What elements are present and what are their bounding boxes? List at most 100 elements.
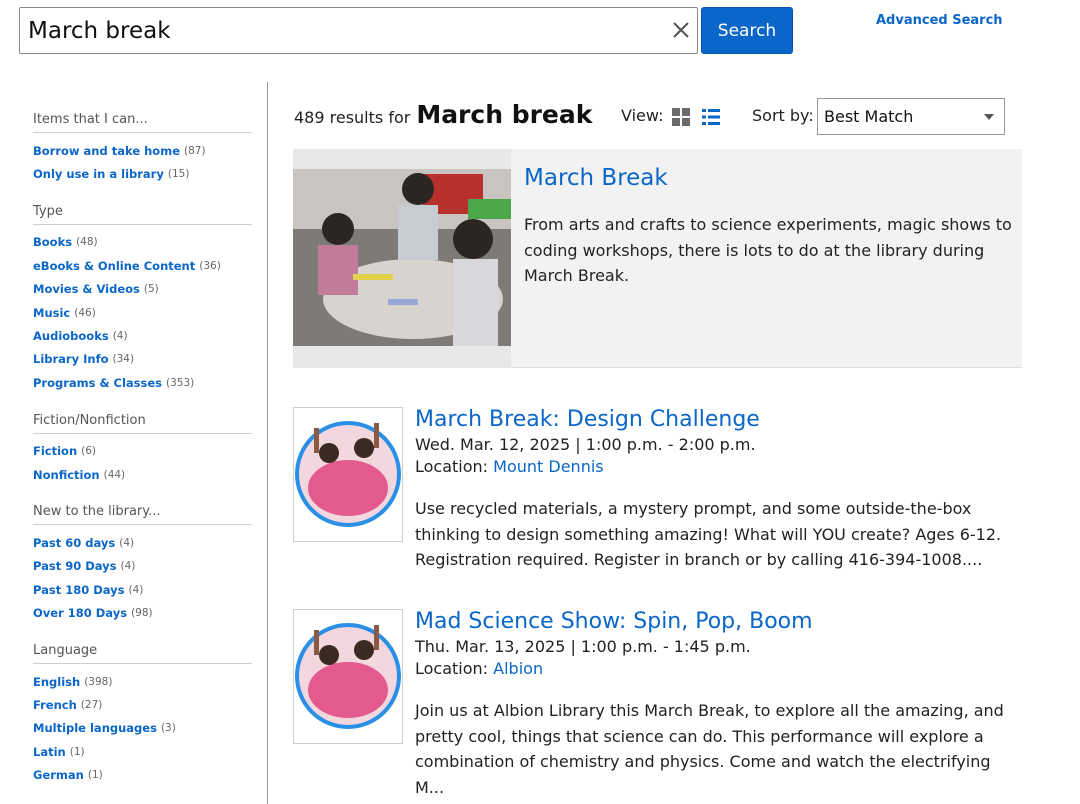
facet-link[interactable]: Past 90 Days <box>33 559 117 573</box>
facet-link[interactable]: Multiple languages <box>33 721 157 735</box>
event-description: Use recycled materials, a mystery prompt… <box>415 499 1002 570</box>
facet-link[interactable]: Library Info <box>33 352 108 366</box>
facet-title: Type <box>33 204 252 225</box>
facet-link[interactable]: German <box>33 768 84 782</box>
facet-link[interactable]: Past 60 days <box>33 536 115 550</box>
close-icon <box>673 22 689 38</box>
facet-count: (48) <box>76 236 98 249</box>
list-view-button[interactable] <box>702 108 720 126</box>
event-location-label: Location: <box>415 457 494 476</box>
facet-title: Language <box>33 643 252 664</box>
facet-link[interactable]: Audiobooks <box>33 329 109 343</box>
event-thumbnail-image <box>295 421 401 527</box>
facet-count: (3) <box>160 722 176 735</box>
facet-group: Language English (398) French (27) Multiple l… <box>33 643 252 787</box>
facet-count: (1) <box>87 769 103 782</box>
event-location-link[interactable]: Albion <box>493 659 543 678</box>
facet-count: (44) <box>103 468 126 481</box>
search-button[interactable]: Search <box>701 7 793 54</box>
facet-group: Fiction/Nonfiction Fiction (6) Nonfiction (4… <box>33 413 252 487</box>
clear-search-button[interactable] <box>669 18 693 42</box>
facet-sidebar: Items that I can... Borrow and take home (… <box>33 112 252 804</box>
facet-count: (98) <box>131 607 153 620</box>
facet-link[interactable]: English <box>33 675 80 689</box>
facet-item: Past 60 days (4) <box>33 531 252 554</box>
facet-count: (4) <box>120 560 136 573</box>
list-view-icon <box>702 109 720 125</box>
event-location-label: Location: <box>415 659 494 678</box>
event-thumbnail[interactable] <box>293 407 403 542</box>
facet-item: Multiple languages (3) <box>33 717 252 740</box>
facet-link[interactable]: eBooks & Online Content <box>33 259 195 273</box>
facet-count: (15) <box>167 168 190 181</box>
grid-view-icon <box>672 108 690 126</box>
facet-count: (6) <box>81 445 97 458</box>
facet-item: Nonfiction (44) <box>33 463 252 486</box>
facet-item: Audiobooks (4) <box>33 324 252 347</box>
facet-link[interactable]: French <box>33 698 77 712</box>
results-summary: 489 results for March break <box>294 100 592 129</box>
search-box <box>19 7 698 54</box>
results-count: 489 results for <box>294 108 411 127</box>
event-result: Mad Science Show: Spin, Pop, Boom Thu. M… <box>293 609 1033 797</box>
sort-dropdown[interactable]: Best Match <box>817 98 1005 135</box>
search-input[interactable] <box>28 8 658 53</box>
grid-view-button[interactable] <box>672 108 690 126</box>
facet-group: Items that I can... Borrow and take home (… <box>33 112 252 186</box>
sidebar-divider <box>267 82 268 804</box>
facet-link[interactable]: Movies & Videos <box>33 282 140 296</box>
facet-title: Items that I can... <box>33 112 252 133</box>
facet-count: (5) <box>143 283 159 296</box>
facet-item: French (27) <box>33 693 252 716</box>
view-label: View: <box>621 106 664 125</box>
facet-item: Past 180 Days (4) <box>33 578 252 601</box>
event-location: Location: Albion <box>415 659 543 678</box>
event-thumbnail[interactable] <box>293 609 403 744</box>
facet-link[interactable]: Books <box>33 235 72 249</box>
caret-down-icon <box>984 114 994 120</box>
facet-link[interactable]: Latin <box>33 745 66 759</box>
event-location-link[interactable]: Mount Dennis <box>493 457 603 476</box>
event-location: Location: Mount Dennis <box>415 457 604 476</box>
facet-item: German (1) <box>33 763 252 786</box>
facet-item: Programs & Classes (353) <box>33 371 252 394</box>
event-date: Wed. Mar. 12, 2025 | 1:00 p.m. - 2:00 p.… <box>415 435 756 454</box>
event-description: Join us at Albion Library this March Bre… <box>415 701 1004 798</box>
event-thumbnail-image <box>295 623 401 729</box>
event-date: Thu. Mar. 13, 2025 | 1:00 p.m. - 1:45 p.… <box>415 637 751 656</box>
facet-item: Library Info (34) <box>33 348 252 371</box>
event-result: March Break: Design Challenge Wed. Mar. … <box>293 407 1033 577</box>
facet-item: Movies & Videos (5) <box>33 278 252 301</box>
facet-count: (4) <box>119 536 135 549</box>
facet-link[interactable]: Music <box>33 306 70 320</box>
featured-image[interactable] <box>293 149 511 368</box>
advanced-search-link[interactable]: Advanced Search <box>876 13 1003 28</box>
facet-count: (1) <box>69 745 85 758</box>
facet-link[interactable]: Borrow and take home <box>33 144 180 158</box>
featured-title-link[interactable]: March Break <box>524 165 668 191</box>
facet-item: Past 90 Days (4) <box>33 555 252 578</box>
facet-item: Music (46) <box>33 301 252 324</box>
facet-link[interactable]: Past 180 Days <box>33 583 125 597</box>
facet-item: Only use in a library (15) <box>33 162 252 185</box>
event-title-link[interactable]: March Break: Design Challenge <box>415 407 760 432</box>
facet-count: (4) <box>128 583 144 596</box>
facet-count: (27) <box>80 698 103 711</box>
facet-link[interactable]: Fiction <box>33 444 77 458</box>
facet-count: (87) <box>184 144 206 157</box>
facet-item: eBooks & Online Content (36) <box>33 254 252 277</box>
facet-link[interactable]: Nonfiction <box>33 468 100 482</box>
facet-link[interactable]: Over 180 Days <box>33 606 127 620</box>
sort-value: Best Match <box>824 107 914 126</box>
facet-item: Borrow and take home (87) <box>33 139 252 162</box>
facet-count: (46) <box>74 306 96 319</box>
facet-group: Type Books (48) eBooks & Online Content (36)… <box>33 204 252 395</box>
facet-item: Fiction (6) <box>33 440 252 463</box>
facet-link[interactable]: Only use in a library <box>33 167 164 181</box>
facet-link[interactable]: Programs & Classes <box>33 376 162 390</box>
facet-item: Books (48) <box>33 231 252 254</box>
facet-item: Latin (1) <box>33 740 252 763</box>
facet-item: English (398) <box>33 670 252 693</box>
event-title-link[interactable]: Mad Science Show: Spin, Pop, Boom <box>415 609 813 634</box>
featured-description: From arts and crafts to science experime… <box>524 215 1012 286</box>
